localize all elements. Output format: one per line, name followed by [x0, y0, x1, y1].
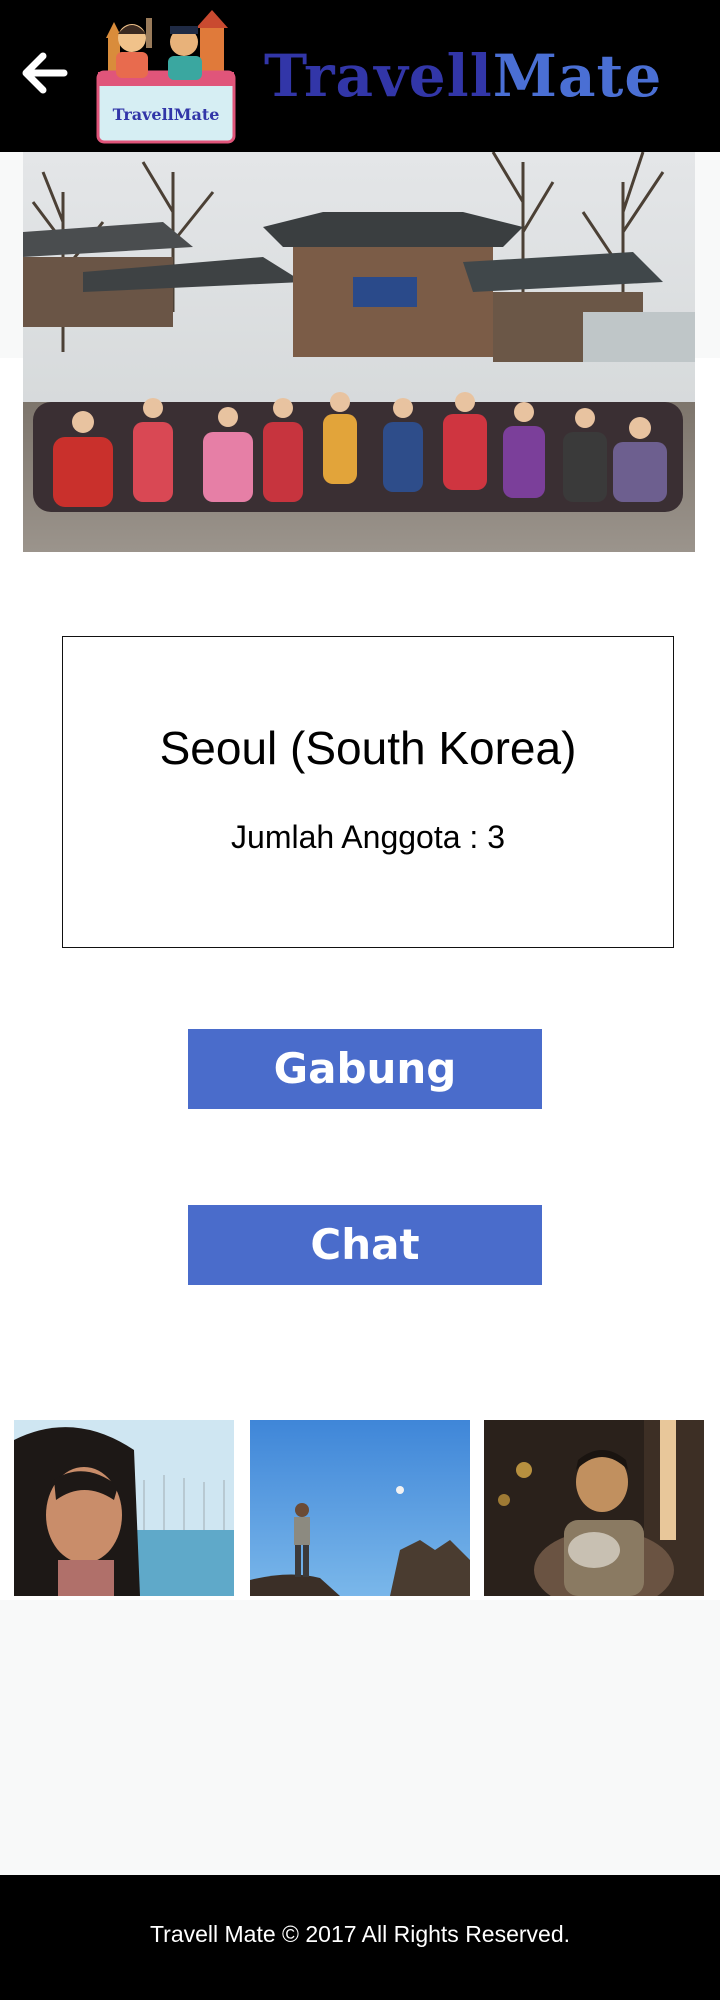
group-cover-photo	[23, 152, 695, 552]
app-logo: TravellMate	[88, 8, 240, 144]
arrow-left-icon	[22, 52, 68, 94]
member-avatar[interactable]	[250, 1420, 470, 1596]
chat-button[interactable]: Chat	[188, 1205, 542, 1285]
join-group-button[interactable]: Gabung Group!	[188, 1029, 542, 1173]
back-button[interactable]	[18, 46, 72, 100]
member-count: Jumlah Anggota : 3	[231, 819, 505, 855]
group-title: Seoul (South Korea)	[159, 722, 577, 774]
brand-title-part1: Travell	[264, 42, 493, 110]
brand-title-part2: Mate	[492, 42, 663, 110]
member-avatar[interactable]	[484, 1420, 704, 1596]
brand-title: TravellMate	[264, 40, 662, 112]
app-footer: Travell Mate © 2017 All Rights Reserved.	[0, 1875, 720, 2000]
logo-badge-text: TravellMate	[113, 105, 220, 124]
app-header: TravellMate TravellMate	[0, 0, 720, 152]
copyright-text: Travell Mate © 2017 All Rights Reserved.	[149, 1921, 571, 1947]
member-avatar[interactable]	[14, 1420, 234, 1596]
group-info-card: Seoul (South Korea) Jumlah Anggota : 3	[62, 636, 674, 948]
